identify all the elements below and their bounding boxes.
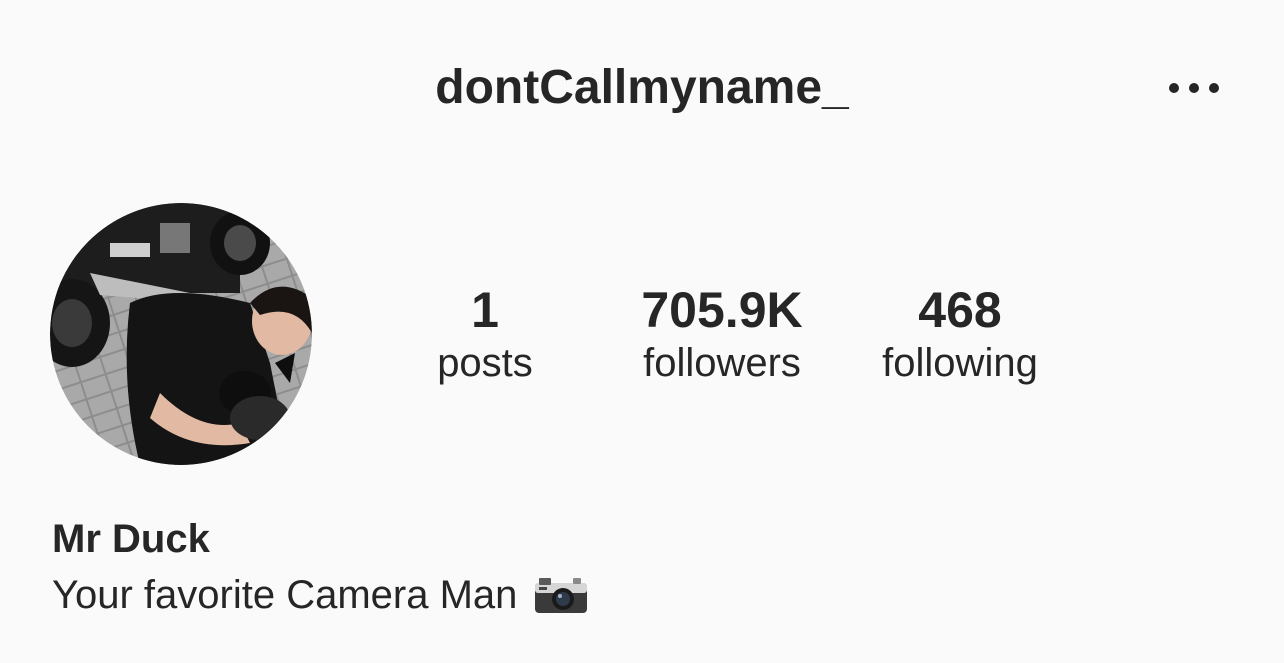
ellipsis-icon bbox=[1169, 83, 1219, 93]
profile-page: dontCallmyname_ 1 posts 705.9K followers… bbox=[0, 0, 1284, 663]
followers-count: 705.9K bbox=[641, 282, 803, 338]
stat-posts[interactable]: 1 posts bbox=[405, 282, 565, 388]
posts-label: posts bbox=[437, 341, 533, 385]
stat-followers[interactable]: 705.9K followers bbox=[612, 282, 832, 388]
profile-photo bbox=[50, 203, 312, 465]
stat-following[interactable]: 468 following bbox=[860, 282, 1060, 388]
display-name: Mr Duck bbox=[52, 517, 210, 561]
posts-count: 1 bbox=[471, 282, 499, 338]
avatar[interactable] bbox=[50, 203, 312, 465]
following-label: following bbox=[882, 341, 1038, 385]
more-options-button[interactable] bbox=[1162, 70, 1226, 106]
camera-icon bbox=[535, 578, 588, 613]
bio-text: Your favorite Camera Man bbox=[52, 573, 518, 617]
bio: Your favorite Camera Man bbox=[52, 570, 589, 620]
following-count: 468 bbox=[918, 282, 1002, 338]
followers-label: followers bbox=[643, 341, 801, 385]
profile-username: dontCallmyname_ bbox=[435, 61, 849, 114]
